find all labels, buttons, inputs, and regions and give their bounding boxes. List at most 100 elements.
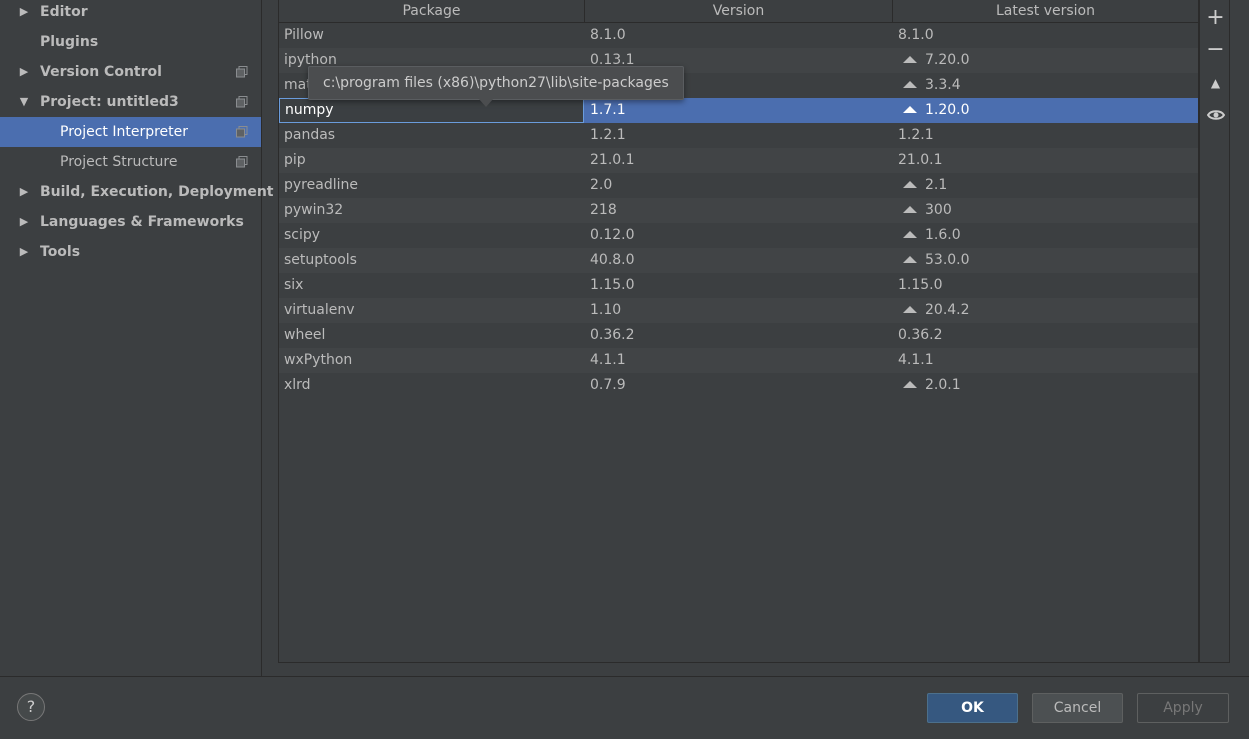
- table-row[interactable]: numpy 1.7.1 1.20.0: [279, 98, 1198, 123]
- version-cell: 1.15.0: [590, 277, 635, 293]
- version-cell: 0.7.9: [590, 377, 626, 393]
- latest-version-cell: 2.0.1: [893, 373, 1198, 398]
- package-name-cell: numpy: [279, 98, 584, 123]
- package-name-cell: Pillow: [284, 27, 324, 43]
- latest-version-label: 7.20.0: [925, 52, 970, 68]
- latest-version-cell: 4.1.1: [893, 348, 1198, 373]
- help-button[interactable]: ?: [17, 693, 45, 721]
- sidebar-item-project-untitled3[interactable]: ▼ Project: untitled3: [0, 87, 261, 117]
- upgrade-available-icon: [903, 105, 917, 113]
- sidebar-item-label: Tools: [40, 244, 81, 260]
- latest-version-cell: 53.0.0: [893, 248, 1198, 273]
- latest-version-label: 1.15.0: [898, 277, 943, 293]
- column-header-latest-version[interactable]: Latest version: [893, 0, 1198, 22]
- version-cell: 0.36.2: [590, 327, 635, 343]
- table-row[interactable]: xlrd 0.7.9 2.0.1: [279, 373, 1198, 398]
- version-cell: 1.2.1: [590, 127, 626, 143]
- upgrade-available-icon: [903, 205, 917, 213]
- apply-button[interactable]: Apply: [1137, 693, 1229, 723]
- latest-version-cell: 300: [893, 198, 1198, 223]
- project-scope-icon: [236, 156, 248, 168]
- table-row[interactable]: pywin32 218 300: [279, 198, 1198, 223]
- ok-button[interactable]: OK: [927, 693, 1018, 723]
- latest-version-cell: 1.2.1: [893, 123, 1198, 148]
- table-row[interactable]: pip 21.0.1 21.0.1: [279, 148, 1198, 173]
- package-name-cell: pywin32: [284, 202, 344, 218]
- latest-version-cell: 1.15.0: [893, 273, 1198, 298]
- latest-version-cell: 1.20.0: [893, 98, 1198, 123]
- version-cell: 2.0: [590, 177, 613, 193]
- package-name-cell: setuptools: [284, 252, 357, 268]
- latest-version-cell: 7.20.0: [893, 48, 1198, 73]
- chevron-down-icon[interactable]: ▼: [18, 87, 30, 117]
- sidebar-item-plugins[interactable]: Plugins: [0, 27, 261, 57]
- sidebar-item-languages-frameworks[interactable]: ▶ Languages & Frameworks: [0, 207, 261, 237]
- table-row[interactable]: wheel 0.36.2 0.36.2: [279, 323, 1198, 348]
- sidebar-item-label: Plugins: [40, 34, 99, 50]
- table-header: Package Version Latest version: [279, 0, 1198, 23]
- minus-icon: −: [1206, 37, 1225, 62]
- sidebar-item-project-structure[interactable]: Project Structure: [0, 147, 261, 177]
- sidebar-item-version-control[interactable]: ▶ Version Control: [0, 57, 261, 87]
- version-cell: 1.10: [590, 302, 622, 318]
- latest-version-label: 21.0.1: [898, 152, 943, 168]
- chevron-right-icon[interactable]: ▶: [18, 207, 30, 237]
- upgrade-available-icon: [903, 80, 917, 88]
- upgrade-available-icon: [903, 55, 917, 63]
- sidebar-item-editor[interactable]: ▶ Editor: [0, 0, 261, 27]
- question-mark-icon: ?: [26, 697, 36, 716]
- tooltip-pointer: [478, 98, 494, 107]
- show-early-releases-button[interactable]: [1200, 100, 1231, 130]
- table-row[interactable]: six 1.15.0 1.15.0: [279, 273, 1198, 298]
- settings-sidebar: ▶ Editor Plugins ▶ Version Control ▼ Project: …: [0, 0, 274, 676]
- upgrade-available-icon: [903, 380, 917, 388]
- upgrade-available-icon: [903, 305, 917, 313]
- table-row[interactable]: pandas 1.2.1 1.2.1: [279, 123, 1198, 148]
- table-row[interactable]: wxPython 4.1.1 4.1.1: [279, 348, 1198, 373]
- package-name-cell: pyreadline: [284, 177, 358, 193]
- table-row[interactable]: scipy 0.12.0 1.6.0: [279, 223, 1198, 248]
- sidebar-item-label: Project: untitled3: [40, 94, 179, 110]
- latest-version-label: 20.4.2: [925, 302, 970, 318]
- chevron-right-icon[interactable]: ▶: [18, 177, 30, 207]
- chevron-right-icon[interactable]: ▶: [18, 0, 30, 27]
- table-row[interactable]: Pillow 8.1.0 8.1.0: [279, 23, 1198, 48]
- sidebar-item-label: Version Control: [40, 64, 162, 80]
- version-cell: 0.12.0: [590, 227, 635, 243]
- table-row[interactable]: setuptools 40.8.0 53.0.0: [279, 248, 1198, 273]
- sidebar-item-label: Editor: [40, 4, 88, 20]
- version-cell: 4.1.1: [590, 352, 626, 368]
- upgrade-package-button[interactable]: ▲: [1200, 68, 1231, 98]
- chevron-right-icon[interactable]: ▶: [18, 57, 30, 87]
- package-name-cell: virtualenv: [284, 302, 355, 318]
- latest-version-label: 4.1.1: [898, 352, 934, 368]
- latest-version-label: 53.0.0: [925, 252, 970, 268]
- cancel-button[interactable]: Cancel: [1032, 693, 1123, 723]
- upgrade-available-icon: [903, 180, 917, 188]
- package-name-cell: six: [284, 277, 304, 293]
- version-cell: 1.7.1: [590, 102, 626, 118]
- sidebar-item-label: Project Structure: [60, 154, 178, 170]
- latest-version-cell: 1.6.0: [893, 223, 1198, 248]
- version-cell: 21.0.1: [590, 152, 635, 168]
- sidebar-item-project-interpreter[interactable]: Project Interpreter: [0, 117, 261, 147]
- sidebar-item-tools[interactable]: ▶ Tools: [0, 237, 261, 267]
- chevron-right-icon[interactable]: ▶: [18, 237, 30, 267]
- sidebar-item-label: Project Interpreter: [60, 124, 189, 140]
- package-name-cell: pip: [284, 152, 306, 168]
- package-name-cell: xlrd: [284, 377, 311, 393]
- remove-package-button[interactable]: −: [1200, 35, 1231, 65]
- package-name-cell: pandas: [284, 127, 336, 143]
- version-cell: 218: [590, 202, 617, 218]
- sidebar-item-build-execution-deployment[interactable]: ▶ Build, Execution, Deployment: [0, 177, 274, 207]
- table-row[interactable]: virtualenv 1.10 20.4.2: [279, 298, 1198, 323]
- latest-version-cell: 8.1.0: [893, 23, 1198, 48]
- table-row[interactable]: pyreadline 2.0 2.1: [279, 173, 1198, 198]
- latest-version-label: 1.2.1: [898, 127, 934, 143]
- add-package-button[interactable]: +: [1200, 3, 1231, 33]
- package-name-cell: wxPython: [284, 352, 353, 368]
- column-header-package[interactable]: Package: [279, 0, 585, 22]
- column-header-version[interactable]: Version: [585, 0, 893, 22]
- package-toolbar: + − ▲: [1199, 0, 1230, 663]
- latest-version-label: 8.1.0: [898, 27, 934, 43]
